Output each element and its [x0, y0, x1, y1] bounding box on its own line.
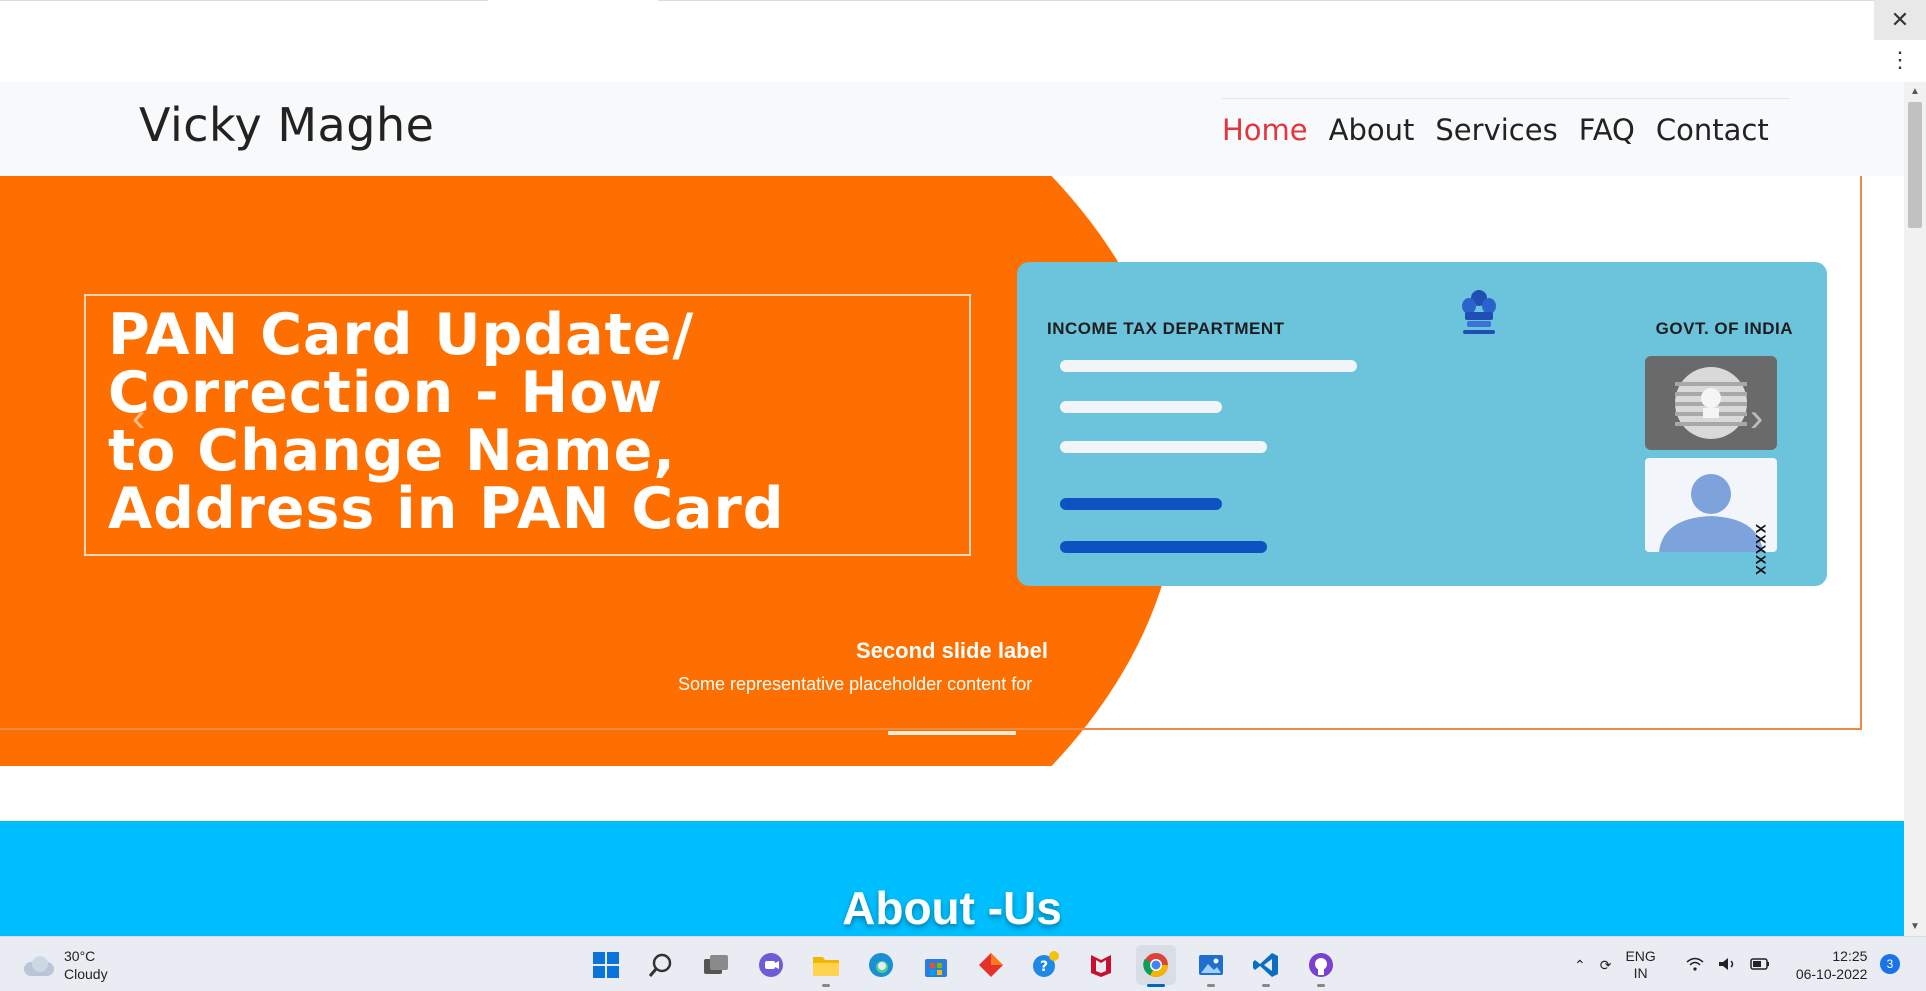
region-code: IN [1633, 965, 1648, 981]
svg-text:?: ? [1040, 959, 1048, 975]
national-emblem-icon [1462, 290, 1496, 334]
hero-carousel: PAN Card Update/ Correction - How to Cha… [0, 176, 1904, 766]
browser-top-strip [0, 0, 1926, 82]
clock[interactable]: 12:25 06-10-2022 [1796, 947, 1868, 983]
search-icon[interactable] [641, 945, 681, 985]
carousel-next-icon[interactable]: › [1750, 396, 1763, 441]
github-desktop-icon[interactable] [1301, 945, 1341, 987]
nav-link-about[interactable]: About [1329, 113, 1415, 147]
meet-icon[interactable] [751, 945, 791, 985]
app-diamond-icon[interactable] [971, 945, 1011, 985]
nav-link-faq[interactable]: FAQ [1579, 113, 1635, 147]
slide-caption-text: Some representative placeholder content … [678, 674, 1034, 694]
slide-caption-title: Second slide label [856, 638, 1048, 663]
cloud-icon [22, 954, 56, 976]
pan-card-department: INCOME TAX DEPARTMENT [1047, 319, 1285, 338]
nav-link-home[interactable]: Home [1222, 113, 1308, 147]
card-field-line [1060, 360, 1357, 372]
card-field-line [1060, 401, 1222, 413]
sync-icon[interactable]: ⟳ [1600, 957, 1612, 974]
pan-card-government: GOVT. OF INDIA [1655, 319, 1793, 338]
navbar: Vicky Maghe Home About Services FAQ Cont… [0, 82, 1904, 176]
mcafee-icon[interactable] [1081, 945, 1121, 985]
carousel-prev-icon[interactable]: ‹ [132, 396, 145, 441]
page-viewport: Vicky Maghe Home About Services FAQ Cont… [0, 82, 1904, 936]
edge-icon[interactable] [861, 945, 901, 985]
task-view-icon[interactable] [696, 945, 736, 985]
page-scrollbar[interactable]: ▲ ▼ [1904, 82, 1926, 936]
card-field-line [1060, 441, 1267, 453]
scroll-down-icon[interactable]: ▼ [1910, 921, 1920, 932]
slide-headline-line-2: Correction - How [108, 360, 664, 426]
tab-strip-line [0, 0, 1874, 1]
chrome-icon[interactable] [1136, 945, 1176, 987]
carousel-indicator-active[interactable] [888, 731, 1016, 735]
weather-temperature: 30°C [64, 948, 96, 964]
windows-taskbar: 30°C Cloudy ? ⌃ ⟳ ENG IN 12:25 06-10-202… [0, 936, 1926, 991]
scroll-up-icon[interactable]: ▲ [1910, 86, 1920, 97]
about-heading: About -Us [842, 882, 1062, 934]
volume-icon[interactable] [1718, 957, 1736, 974]
close-icon[interactable]: ✕ [1874, 0, 1926, 40]
clock-time: 12:25 [1832, 948, 1868, 964]
start-icon[interactable] [586, 945, 626, 985]
language-code: ENG [1625, 948, 1656, 964]
language-indicator[interactable]: ENG IN [1625, 948, 1655, 982]
weather-condition: Cloudy [64, 966, 108, 982]
pan-card-illustration: INCOME TAX DEPARTMENT GOVT. OF INDIA XXX… [1017, 262, 1827, 586]
system-tray: ⌃ ⟳ ENG IN 12:25 06-10-2022 [1574, 945, 1867, 985]
nav-link-contact[interactable]: Contact [1656, 113, 1769, 147]
card-field-line [1060, 541, 1267, 553]
weather-text: 30°C Cloudy [64, 947, 108, 983]
store-icon[interactable] [916, 945, 956, 985]
about-section: About -Us [0, 821, 1904, 936]
taskbar-apps: ? [586, 945, 1356, 987]
help-icon[interactable]: ? [1026, 945, 1066, 985]
more-menu-icon[interactable]: ⋮ [1874, 40, 1926, 80]
slide-headline-line-1: PAN Card Update/ [108, 302, 695, 368]
notification-badge[interactable]: 3 [1880, 954, 1900, 974]
pan-number-placeholder: XXXXX [1753, 524, 1769, 576]
chevron-up-icon[interactable]: ⌃ [1574, 957, 1586, 974]
slide-headline-line-4: Address in PAN Card [108, 476, 785, 542]
vscode-icon[interactable] [1246, 945, 1286, 987]
nav-links: Home About Services FAQ Contact [1222, 98, 1790, 160]
wifi-icon[interactable] [1686, 957, 1704, 974]
active-tab-gap [488, 0, 658, 2]
brand-logo-text[interactable]: Vicky Maghe [139, 98, 434, 152]
photos-icon[interactable] [1191, 945, 1231, 987]
file-explorer-icon[interactable] [806, 945, 846, 987]
weather-widget[interactable]: 30°C Cloudy [22, 947, 108, 983]
nav-link-services[interactable]: Services [1435, 113, 1557, 147]
slide-headline-line-3: to Change Name, [108, 418, 676, 484]
card-field-line [1060, 498, 1222, 510]
scrollbar-thumb[interactable] [1908, 102, 1922, 228]
battery-icon[interactable] [1750, 957, 1770, 973]
slide-caption-clip: Some representative placeholder content … [0, 674, 1034, 704]
slide-headline-box: PAN Card Update/ Correction - How to Cha… [84, 294, 971, 556]
clock-date: 06-10-2022 [1795, 966, 1868, 982]
